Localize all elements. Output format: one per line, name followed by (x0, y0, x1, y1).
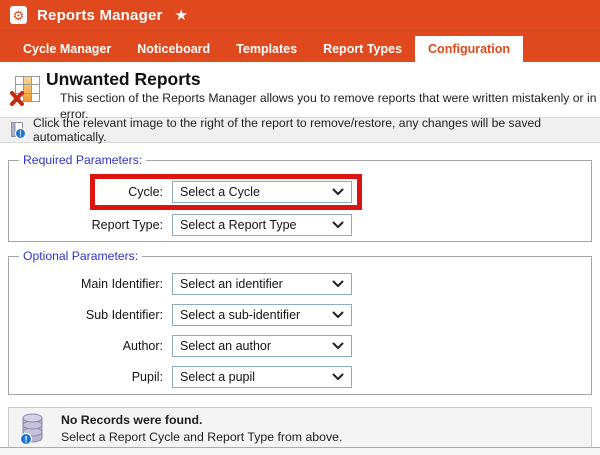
pupil-field-row: Pupil: Select a pupil (9, 366, 591, 388)
page-title-section: Unwanted Reports This section of the Rep… (0, 62, 600, 113)
chevron-down-icon (332, 221, 344, 229)
tab-report-types[interactable]: Report Types (310, 36, 415, 62)
tab-cycle-manager[interactable]: Cycle Manager (10, 36, 124, 62)
chevron-down-icon (332, 373, 344, 381)
author-select[interactable]: Select an author (172, 335, 352, 357)
window-bottom-edge (0, 447, 600, 455)
svg-text:!: ! (25, 434, 28, 444)
required-parameters-legend: Required Parameters: (19, 153, 146, 168)
tab-templates[interactable]: Templates (223, 36, 310, 62)
optional-parameters-legend: Optional Parameters: (19, 249, 142, 264)
chevron-down-icon (332, 280, 344, 288)
optional-parameters-group: Optional Parameters: Main Identifier: Se… (8, 256, 592, 395)
page-title: Unwanted Reports (46, 69, 600, 90)
database-icon: ! (19, 413, 46, 446)
unwanted-reports-grid-icon (10, 74, 42, 111)
tab-noticeboard[interactable]: Noticeboard (124, 36, 223, 62)
cycle-select[interactable]: Select a Cycle (172, 181, 352, 203)
chevron-down-icon (332, 342, 344, 350)
pupil-select[interactable]: Select a pupil (172, 366, 352, 388)
author-field-row: Author: Select an author (9, 335, 591, 357)
main-identifier-select[interactable]: Select an identifier (172, 273, 352, 295)
required-parameters-group: Required Parameters: Cycle: Select a Cyc… (8, 160, 592, 242)
tab-configuration[interactable]: Configuration (415, 36, 523, 62)
main-identifier-field-row: Main Identifier: Select an identifier (9, 273, 591, 295)
page-description: This section of the Reports Manager allo… (60, 90, 600, 122)
sub-identifier-field-row: Sub Identifier: Select a sub-identifier (9, 304, 591, 326)
chevron-down-icon (332, 188, 344, 196)
pupil-label: Pupil: (9, 370, 172, 384)
report-info-icon: ! (9, 122, 26, 139)
report-type-select[interactable]: Select a Report Type (172, 214, 352, 236)
no-records-title: No Records were found. (61, 412, 342, 429)
sub-identifier-label: Sub Identifier: (9, 308, 172, 322)
author-label: Author: (9, 339, 172, 353)
reports-manager-app-icon: ⚙ (10, 6, 27, 24)
favorite-star-icon[interactable]: ★ (175, 6, 188, 24)
svg-text:!: ! (19, 129, 22, 138)
no-records-subtitle: Select a Report Cycle and Report Type fr… (61, 429, 342, 446)
cycle-field-row: Cycle: Select a Cycle (9, 181, 591, 203)
no-records-panel: ! No Records were found. Select a Report… (8, 407, 592, 451)
app-header: ⚙ Reports Manager ★ (0, 0, 600, 30)
cycle-label: Cycle: (9, 185, 172, 199)
report-type-label: Report Type: (9, 218, 172, 232)
main-identifier-label: Main Identifier: (9, 277, 172, 291)
main-tab-bar: Cycle Manager Noticeboard Templates Repo… (0, 30, 600, 62)
app-title: Reports Manager (37, 7, 163, 24)
report-type-field-row: Report Type: Select a Report Type (9, 214, 591, 236)
sub-identifier-select[interactable]: Select a sub-identifier (172, 304, 352, 326)
chevron-down-icon (332, 311, 344, 319)
